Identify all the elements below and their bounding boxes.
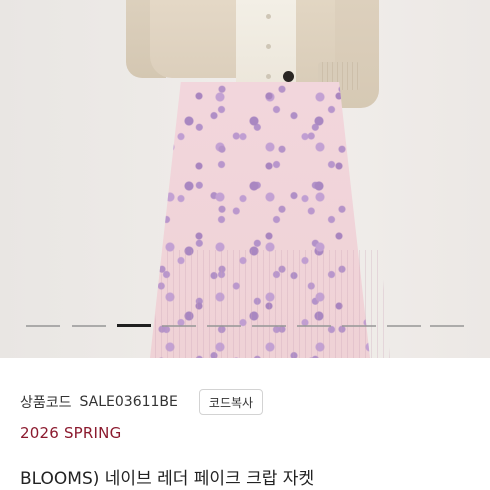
carousel-dot[interactable] bbox=[162, 325, 196, 327]
carousel-dot[interactable] bbox=[72, 325, 106, 327]
carousel-dot[interactable] bbox=[387, 325, 421, 327]
product-code-label: 상품코드 bbox=[20, 395, 72, 411]
product-code-row: 상품코드 SALE03611BE bbox=[20, 388, 178, 416]
skirt-pleats bbox=[150, 250, 390, 358]
season-label: 2026 SPRING bbox=[20, 424, 122, 442]
jacket-snap-button bbox=[283, 71, 294, 82]
copy-code-button[interactable]: 코드복사 bbox=[199, 389, 263, 415]
carousel-dot[interactable] bbox=[26, 325, 60, 327]
product-image-carousel[interactable] bbox=[0, 0, 490, 358]
shirt-button bbox=[266, 14, 271, 19]
carousel-dot[interactable] bbox=[252, 325, 286, 327]
carousel-indicators bbox=[0, 324, 490, 329]
jacket-right-sleeve bbox=[335, 0, 379, 108]
shirt-button bbox=[266, 74, 271, 79]
shirt-button bbox=[266, 44, 271, 49]
carousel-dot[interactable] bbox=[297, 325, 331, 327]
carousel-dot[interactable] bbox=[430, 325, 464, 327]
carousel-dot[interactable] bbox=[207, 325, 241, 327]
carousel-dot-active[interactable] bbox=[117, 324, 151, 327]
product-code-value: SALE03611BE bbox=[79, 394, 178, 410]
jacket-left-panel bbox=[150, 0, 250, 78]
product-title: BLOOMS) 네이브 레더 페이크 크랍 자켓 bbox=[20, 469, 315, 489]
carousel-dot[interactable] bbox=[342, 325, 376, 327]
